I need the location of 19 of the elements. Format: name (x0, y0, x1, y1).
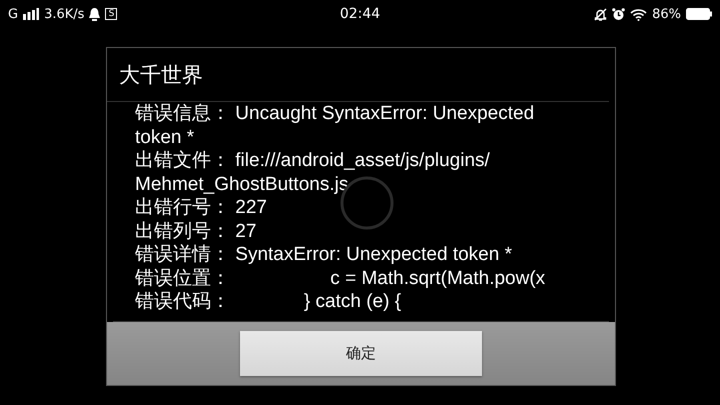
battery-icon (686, 8, 712, 20)
muted-bell-icon (594, 8, 608, 20)
error-detail-line: 出错行号： 227 (135, 196, 268, 220)
network-type: G (8, 6, 18, 22)
dialog-title: 大千世界 (107, 48, 609, 102)
signal-icon (23, 8, 40, 20)
battery-percent: 86% (652, 6, 681, 22)
error-detail-line: 出错列号： 27 (135, 220, 258, 243)
alarm-icon (612, 8, 626, 20)
error-detail-line: 错误位置： c = Math.sqrt(Math.pow(x (135, 266, 546, 290)
error-detail-line: 错误详情： SyntaxError: Unexpected token * (135, 243, 513, 266)
error-detail-line: 出错文件： file:///android_asset/js/plugins/ Mehmet_GhostButtons.js (135, 149, 491, 196)
error-detail-line: 错误信息： Uncaught SyntaxError: Unexpected token * (135, 102, 536, 149)
network-speed: 3.6K/s (44, 6, 84, 22)
wifi-icon (630, 8, 648, 20)
confirm-button[interactable]: 确定 (240, 331, 482, 376)
app-notification-icon: S (105, 8, 118, 20)
error-detail-line: 错误代码： } catch (e) { (135, 290, 402, 314)
clock-time: 02:44 (340, 6, 380, 22)
